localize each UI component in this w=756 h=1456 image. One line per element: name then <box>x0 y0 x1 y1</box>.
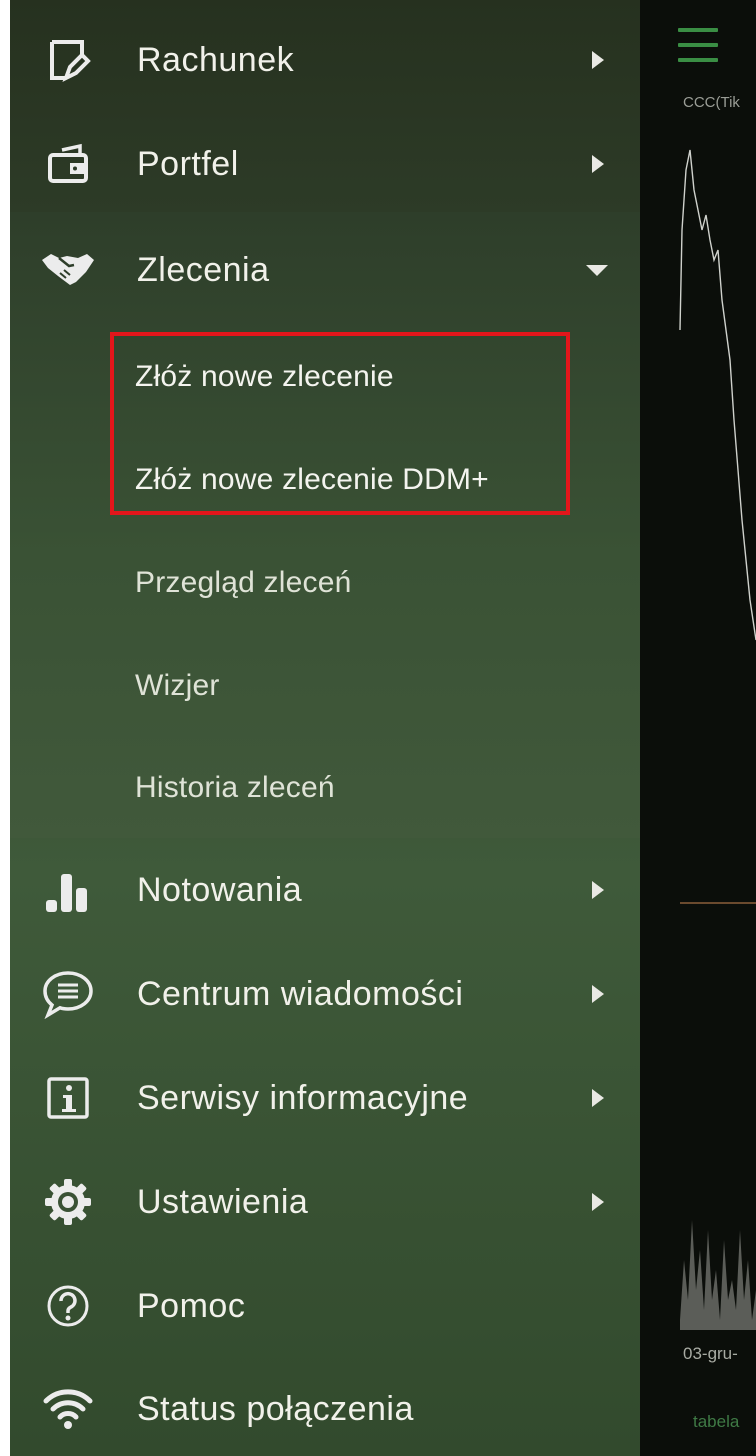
menu-item-label: Notowania <box>137 870 303 909</box>
wallet-icon <box>40 136 96 192</box>
submenu-item-label: Historia zleceń <box>135 771 335 804</box>
submenu-item-new-order[interactable]: Złóż nowe zlecenie <box>135 327 585 427</box>
chevron-right-icon <box>592 881 604 899</box>
menu-item-portfel[interactable]: Portfel <box>10 112 640 216</box>
menu-item-label: Serwisy informacyjne <box>137 1078 469 1117</box>
menu-item-label: Centrum wiadomości <box>137 974 464 1013</box>
date-label: 03-gru- <box>683 1344 738 1363</box>
hamburger-menu-button[interactable] <box>678 28 718 68</box>
submenu-item-new-order-ddm[interactable]: Złóż nowe zlecenie DDM+ <box>135 430 585 530</box>
menu-item-serwisy-informacyjne[interactable]: Serwisy informacyjne <box>10 1046 640 1150</box>
menu-item-label: Ustawienia <box>137 1182 309 1221</box>
menu-item-pomoc[interactable]: Pomoc <box>10 1254 640 1358</box>
chat-bubble-icon <box>40 966 96 1022</box>
help-icon <box>40 1278 96 1334</box>
submenu-item-label: Złóż nowe zlecenie DDM+ <box>135 463 489 496</box>
document-pen-icon <box>40 32 96 88</box>
submenu-item-wizjer[interactable]: Wizjer <box>135 636 585 736</box>
menu-item-label: Rachunek <box>137 40 295 79</box>
chevron-right-icon <box>592 155 604 173</box>
submenu-item-label: Złóż nowe zlecenie <box>135 360 394 393</box>
gear-icon <box>40 1174 96 1230</box>
menu-item-rachunek[interactable]: Rachunek <box>10 8 640 112</box>
chevron-right-icon <box>592 985 604 1003</box>
bar-chart-icon <box>40 862 96 918</box>
chevron-right-icon <box>592 51 604 69</box>
wifi-icon <box>40 1381 96 1437</box>
handshake-icon <box>40 242 96 298</box>
ticker-label: CCC(Tik <box>683 94 740 111</box>
chevron-down-icon <box>586 264 608 276</box>
chevron-right-icon <box>592 1089 604 1107</box>
tab-tabela[interactable]: tabela <box>693 1412 739 1432</box>
menu-item-notowania[interactable]: Notowania <box>10 838 640 942</box>
menu-item-label: Pomoc <box>137 1286 246 1325</box>
background-chart-panel: CCC(Tik 03-gru- tabela <box>640 0 756 1456</box>
menu-item-label: Zlecenia <box>137 250 270 289</box>
menu-item-status-polaczenia[interactable]: Status połączenia <box>10 1357 640 1456</box>
menu-item-ustawienia[interactable]: Ustawienia <box>10 1150 640 1254</box>
submenu-item-label: Przegląd zleceń <box>135 566 352 599</box>
menu-item-label: Status połączenia <box>137 1389 414 1428</box>
chevron-right-icon <box>592 1193 604 1211</box>
navigation-drawer: Rachunek Portfel Zlecenia Złóż nowe zlec… <box>10 0 640 1456</box>
submenu-item-label: Wizjer <box>135 669 220 702</box>
price-chart <box>679 149 756 1330</box>
menu-item-label: Portfel <box>137 144 239 183</box>
menu-item-zlecenia[interactable]: Zlecenia <box>10 218 640 322</box>
menu-item-centrum-wiadomosci[interactable]: Centrum wiadomości <box>10 942 640 1046</box>
info-icon <box>40 1070 96 1126</box>
submenu-item-order-history[interactable]: Historia zleceń <box>135 738 585 838</box>
submenu-item-order-review[interactable]: Przegląd zleceń <box>135 533 585 633</box>
